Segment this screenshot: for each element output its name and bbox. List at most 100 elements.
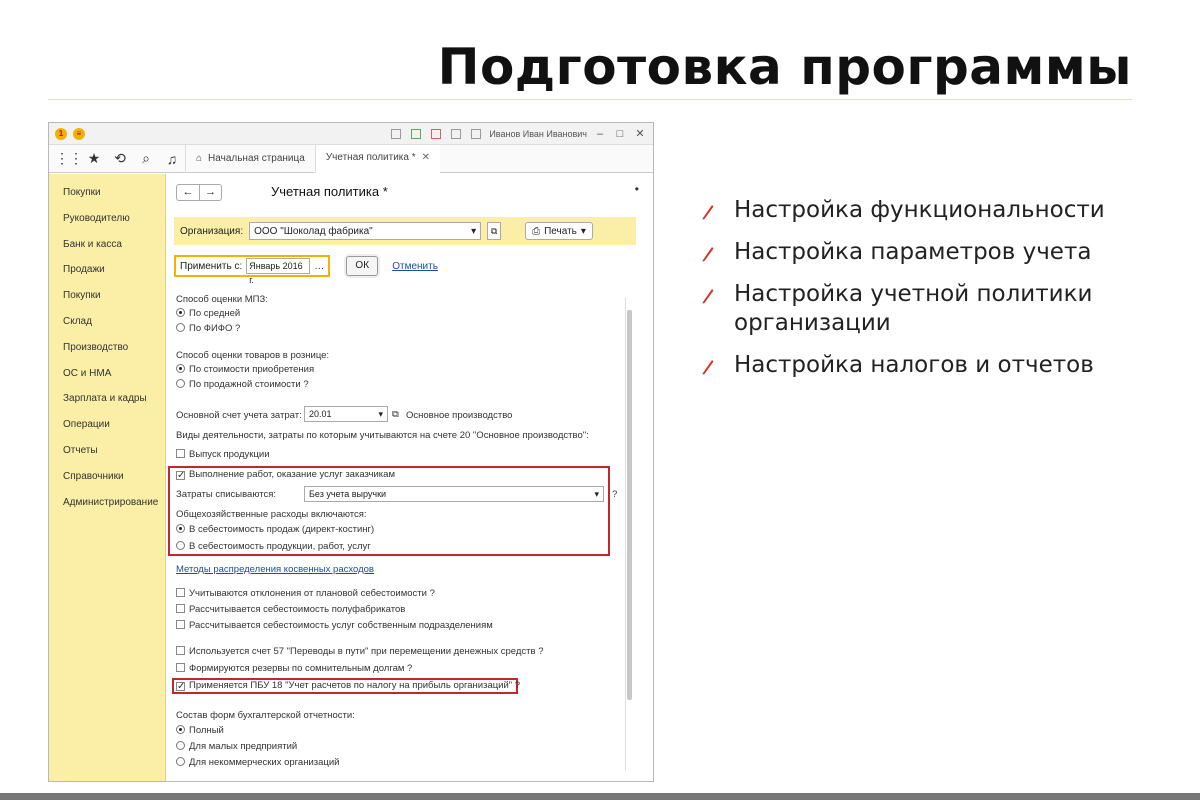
- retail-option-purchase[interactable]: По стоимости приобретения: [176, 364, 314, 375]
- window-icon[interactable]: [451, 128, 462, 139]
- bullet-text: Настройка налогов и отчетов: [734, 352, 1094, 378]
- cancel-link[interactable]: Отменить: [392, 261, 438, 272]
- help-icon[interactable]: ?: [612, 489, 617, 500]
- activity-release-checkbox[interactable]: Выпуск продукции: [176, 449, 270, 460]
- sidebar-item-manager[interactable]: Руководителю: [49, 206, 165, 232]
- back-button[interactable]: ←: [177, 185, 199, 200]
- dropdown-icon[interactable]: ▾: [594, 487, 599, 501]
- radio-icon: [176, 541, 185, 550]
- sidebar-item-production[interactable]: Производство: [49, 335, 165, 361]
- radio-icon: [176, 364, 185, 373]
- reporting-option-nonprofit[interactable]: Для некоммерческих организаций: [176, 757, 339, 768]
- star-icon[interactable]: ★: [81, 150, 107, 167]
- sidebar-item-main[interactable]: Покупки: [49, 180, 165, 206]
- activity-services-checkbox[interactable]: ✓ Выполнение работ, оказание услуг заказч…: [176, 469, 395, 481]
- cost-field[interactable]: Без учета выручки ▾: [304, 486, 604, 502]
- info-icon[interactable]: [471, 128, 482, 139]
- mpz-option-fifo[interactable]: По ФИФО ?: [176, 323, 240, 334]
- sidebar-item-references[interactable]: Справочники: [49, 464, 165, 490]
- tab-close-icon[interactable]: ✕: [422, 152, 430, 163]
- retail-option-sale[interactable]: По продажной стоимости ?: [176, 379, 309, 390]
- bullet-item: Настройка учетной политики организации: [700, 280, 1170, 338]
- sidebar-item-purchases[interactable]: Покупки: [49, 283, 165, 309]
- checkmark-icon: ✓: [176, 681, 186, 692]
- printer-icon: ⎙: [532, 225, 541, 237]
- sidebar-item-warehouse[interactable]: Склад: [49, 309, 165, 335]
- apply-date-input[interactable]: Январь 2016 г.: [246, 258, 311, 285]
- apply-date-group: Применить с: Январь 2016 г. …: [174, 255, 331, 285]
- mpz-label: Способ оценки МПЗ:: [176, 294, 268, 305]
- option-label: Рассчитывается себестоимость полуфабрика…: [189, 604, 406, 615]
- home-icon: ⌂: [196, 153, 203, 164]
- doc-icon[interactable]: [391, 128, 402, 139]
- check-services-cost[interactable]: Рассчитывается себестоимость услуг собст…: [176, 620, 493, 631]
- history-icon[interactable]: ⟲: [107, 150, 133, 167]
- sidebar-item-bank[interactable]: Банк и касса: [49, 232, 165, 258]
- app-logo-icon[interactable]: 1: [55, 127, 67, 140]
- general-option-direct[interactable]: В себестоимость продаж (директ-костинг): [176, 524, 374, 535]
- sidebar-item-salary[interactable]: Зарплата и кадры: [49, 386, 165, 412]
- sidebar-item-sales[interactable]: Продажи: [49, 257, 165, 283]
- bell-icon[interactable]: ♫: [159, 151, 185, 167]
- search-icon[interactable]: ⌕: [133, 150, 159, 167]
- current-user[interactable]: Иванов Иван Иванович: [489, 129, 587, 139]
- pencil-bullet-icon: [702, 247, 714, 262]
- general-option-cost[interactable]: В себестоимость продукции, работ, услуг: [176, 541, 371, 552]
- organization-bar: Организация: ООО "Шоколад фабрика" ▾ ⧉ ⎙…: [174, 217, 636, 245]
- reporting-option-small[interactable]: Для малых предприятий: [176, 741, 297, 752]
- more-icon[interactable]: •: [635, 182, 639, 196]
- check-reserves[interactable]: Формируются резервы по сомнительным долг…: [176, 663, 412, 674]
- menu-icon[interactable]: ≡: [73, 127, 85, 140]
- dropdown-icon[interactable]: ▾: [378, 407, 383, 421]
- close-window-icon[interactable]: ✕: [633, 127, 647, 140]
- bullet-item: Настройка налогов и отчетов: [700, 351, 1170, 380]
- checkmark-icon: ✓: [176, 470, 186, 481]
- option-label: Для малых предприятий: [189, 741, 298, 752]
- ok-button[interactable]: ОК: [346, 256, 379, 276]
- select-icon[interactable]: …: [314, 261, 324, 272]
- org-value: ООО "Шоколад фабрика": [254, 225, 373, 237]
- minimize-icon[interactable]: –: [593, 128, 607, 140]
- bullet-item: Настройка параметров учета: [700, 238, 1170, 267]
- tab-home[interactable]: ⌂ Начальная страница: [185, 144, 315, 173]
- bullet-text: Настройка функциональности: [734, 197, 1105, 223]
- bullet-text: Настройка учетной политики организации: [734, 281, 1093, 336]
- forward-button[interactable]: →: [199, 185, 221, 200]
- mpz-option-average[interactable]: По средней: [176, 308, 240, 319]
- calendar-icon[interactable]: [431, 128, 442, 139]
- tab-accounting-policy[interactable]: Учетная политика * ✕: [314, 144, 441, 173]
- methods-link[interactable]: Методы распределения косвенных расходов: [176, 564, 374, 575]
- maximize-icon[interactable]: □: [613, 128, 627, 140]
- scrollbar[interactable]: [625, 298, 633, 771]
- option-label: Для некоммерческих организаций: [189, 757, 340, 768]
- slide-title: Подготовка программы: [437, 38, 1132, 96]
- sidebar-item-admin[interactable]: Администрирование: [49, 490, 165, 516]
- scroll-thumb[interactable]: [627, 310, 632, 700]
- bullet-item: Настройка функциональности: [700, 196, 1170, 225]
- check-semi[interactable]: Рассчитывается себестоимость полуфабрика…: [176, 604, 405, 615]
- form-content: ← → Учетная политика * • Организация: ОО…: [166, 174, 653, 781]
- sidebar-item-operations[interactable]: Операции: [49, 412, 165, 438]
- check-pbu18[interactable]: ✓ Применяется ПБУ 18 "Учет расчетов по на…: [176, 680, 520, 692]
- reporting-label: Состав форм бухгалтерской отчетности:: [176, 710, 355, 721]
- check-deviations[interactable]: Учитываются отклонения от плановой себес…: [176, 588, 435, 599]
- bullet-list: Настройка функциональности Настройка пар…: [700, 196, 1170, 393]
- sidebar-item-reports[interactable]: Отчеты: [49, 438, 165, 464]
- sidebar-item-fixed-assets[interactable]: ОС и НМА: [49, 361, 165, 387]
- open-icon[interactable]: ⧉: [487, 222, 502, 240]
- apps-grid-icon[interactable]: ⋮⋮: [55, 150, 83, 167]
- reporting-option-full[interactable]: Полный: [176, 725, 224, 736]
- calc-icon[interactable]: [411, 128, 422, 139]
- option-label: По стоимости приобретения: [189, 364, 315, 375]
- org-field[interactable]: ООО "Шоколад фабрика" ▾: [249, 222, 482, 240]
- form-title: Учетная политика *: [271, 184, 388, 199]
- check-account-57[interactable]: Используется счет 57 "Переводы в пути" п…: [176, 646, 543, 657]
- open-account-icon[interactable]: ⧉: [392, 409, 399, 420]
- dropdown-icon[interactable]: ▾: [471, 226, 476, 237]
- main-account-field[interactable]: 20.01 ▾: [304, 406, 388, 422]
- pencil-bullet-icon: [702, 205, 714, 220]
- cost-value: Без учета выручки: [309, 489, 387, 499]
- print-button[interactable]: ⎙ Печать ▾: [525, 222, 593, 240]
- checkbox-icon: [176, 646, 185, 655]
- checkbox-icon: [176, 449, 185, 458]
